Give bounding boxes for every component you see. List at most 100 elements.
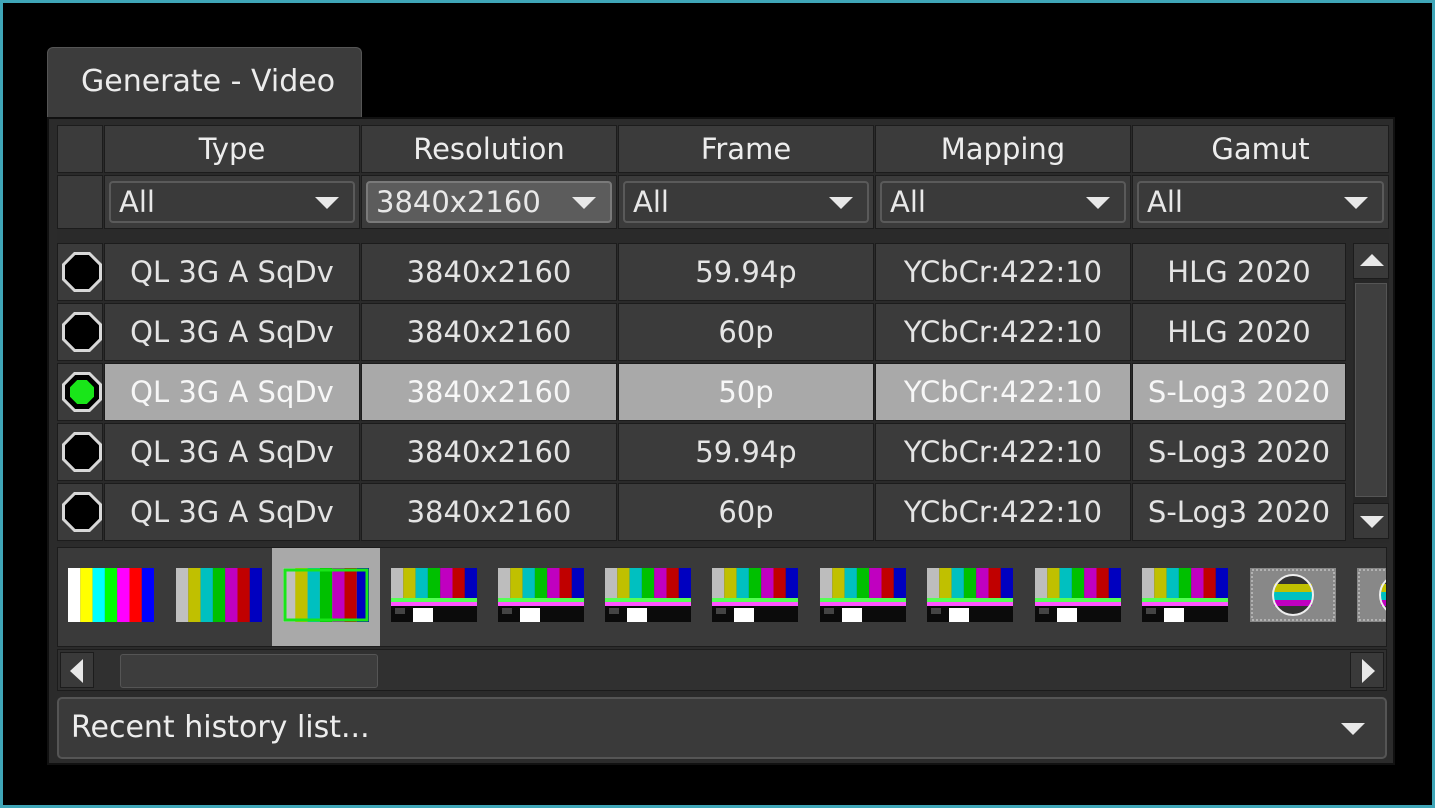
arrow-right-icon bbox=[1362, 659, 1375, 683]
cell-resolution: 3840x2160 bbox=[361, 243, 617, 301]
chevron-down-icon bbox=[1344, 197, 1368, 209]
filter-cell-gamut: All bbox=[1132, 175, 1389, 229]
app-window: Generate - Video Type Resolution Frame M… bbox=[0, 0, 1435, 808]
chevron-down-icon bbox=[315, 197, 339, 209]
arrow-down-icon bbox=[1360, 516, 1384, 528]
filter-gamut-dropdown[interactable]: All bbox=[1137, 181, 1384, 223]
filter-cell-frame: All bbox=[618, 175, 874, 229]
cell-frame: 60p bbox=[618, 483, 874, 541]
column-header-mapping[interactable]: Mapping bbox=[875, 125, 1131, 173]
pluge-bars-icon[interactable] bbox=[1142, 568, 1228, 622]
column-header-type[interactable]: Type bbox=[104, 125, 360, 173]
full-bars-icon[interactable] bbox=[68, 568, 154, 622]
radio-inner bbox=[65, 315, 99, 349]
table-row-selected[interactable]: QL 3G A SqDv 3840x2160 50p YCbCr:422:10 … bbox=[57, 363, 1347, 421]
bars-outlined-icon[interactable] bbox=[283, 568, 369, 622]
table-row[interactable]: QL 3G A SqDv 3840x2160 60p YCbCr:422:10 … bbox=[57, 483, 1347, 541]
generate-panel: Type Resolution Frame Mapping Gamut All … bbox=[47, 117, 1395, 765]
test-card-icon[interactable] bbox=[1356, 567, 1387, 623]
cell-resolution: 3840x2160 bbox=[361, 483, 617, 541]
cell-type: QL 3G A SqDv bbox=[104, 243, 360, 301]
horizontal-scroll-thumb[interactable] bbox=[120, 654, 378, 688]
row-radio-cell bbox=[57, 363, 103, 421]
pluge-bars-icon[interactable] bbox=[1035, 568, 1121, 622]
cell-resolution: 3840x2160 bbox=[361, 303, 617, 361]
filter-cell-mapping: All bbox=[875, 175, 1131, 229]
table-row[interactable]: QL 3G A SqDv 3840x2160 59.94p YCbCr:422:… bbox=[57, 243, 1347, 301]
filter-frame-value: All bbox=[633, 185, 669, 219]
vertical-scroll-thumb[interactable] bbox=[1355, 283, 1387, 497]
radio-selected-indicator bbox=[70, 380, 94, 404]
filter-resolution-dropdown[interactable]: 3840x2160 bbox=[366, 181, 612, 223]
chevron-down-icon bbox=[1086, 197, 1110, 209]
row-radio-cell bbox=[57, 243, 103, 301]
column-header-resolution[interactable]: Resolution bbox=[361, 125, 617, 173]
arrow-left-icon bbox=[70, 659, 83, 683]
filter-frame-dropdown[interactable]: All bbox=[623, 181, 869, 223]
filter-gamut-value: All bbox=[1147, 185, 1183, 219]
pluge-bars-icon[interactable] bbox=[820, 568, 906, 622]
cell-gamut: S-Log3 2020 bbox=[1132, 363, 1346, 421]
cell-resolution: 3840x2160 bbox=[361, 363, 617, 421]
radio-inner bbox=[65, 255, 99, 289]
scroll-right-button[interactable] bbox=[1350, 652, 1384, 688]
cell-type: QL 3G A SqDv bbox=[104, 483, 360, 541]
cell-mapping: YCbCr:422:10 bbox=[875, 423, 1131, 481]
header-corner bbox=[57, 125, 103, 173]
filter-resolution-value: 3840x2160 bbox=[376, 185, 541, 219]
row-radio-cell bbox=[57, 303, 103, 361]
cell-mapping: YCbCr:422:10 bbox=[875, 483, 1131, 541]
vertical-scrollbar[interactable] bbox=[1353, 243, 1389, 539]
table-row[interactable]: QL 3G A SqDv 3840x2160 60p YCbCr:422:10 … bbox=[57, 303, 1347, 361]
smpte-bars-icon[interactable] bbox=[176, 568, 262, 622]
table-row[interactable]: QL 3G A SqDv 3840x2160 59.94p YCbCr:422:… bbox=[57, 423, 1347, 481]
recent-history-label: Recent history list... bbox=[71, 710, 370, 745]
filter-cell-resolution: 3840x2160 bbox=[361, 175, 617, 229]
pluge-bars-icon[interactable] bbox=[712, 568, 798, 622]
pattern-thumbnails[interactable] bbox=[58, 548, 1387, 647]
tab-generate-video[interactable]: Generate - Video bbox=[47, 47, 362, 119]
scroll-left-button[interactable] bbox=[60, 652, 94, 688]
pattern-thumbnail-strip bbox=[57, 547, 1387, 647]
scroll-up-button[interactable] bbox=[1353, 243, 1389, 279]
cell-mapping: YCbCr:422:10 bbox=[875, 243, 1131, 301]
format-table: Type Resolution Frame Mapping Gamut All … bbox=[57, 125, 1389, 543]
cell-frame: 50p bbox=[618, 363, 874, 421]
cell-mapping: YCbCr:422:10 bbox=[875, 303, 1131, 361]
chevron-down-icon bbox=[1341, 723, 1365, 735]
cell-type: QL 3G A SqDv bbox=[104, 363, 360, 421]
cell-resolution: 3840x2160 bbox=[361, 423, 617, 481]
cell-gamut: S-Log3 2020 bbox=[1132, 483, 1346, 541]
pluge-bars-icon[interactable] bbox=[605, 568, 691, 622]
recent-history-dropdown[interactable]: Recent history list... bbox=[57, 697, 1387, 759]
cell-frame: 60p bbox=[618, 303, 874, 361]
cell-gamut: HLG 2020 bbox=[1132, 303, 1346, 361]
filter-type-dropdown[interactable]: All bbox=[109, 181, 355, 223]
filter-type-value: All bbox=[119, 185, 155, 219]
cell-gamut: HLG 2020 bbox=[1132, 243, 1346, 301]
chevron-down-icon bbox=[572, 197, 596, 209]
horizontal-scrollbar[interactable] bbox=[57, 649, 1387, 691]
radio-inner bbox=[65, 435, 99, 469]
cell-frame: 59.94p bbox=[618, 423, 874, 481]
row-radio-cell bbox=[57, 423, 103, 481]
chevron-down-icon bbox=[829, 197, 853, 209]
test-card-icon[interactable] bbox=[1249, 567, 1337, 623]
scroll-down-button[interactable] bbox=[1353, 503, 1389, 539]
cell-mapping: YCbCr:422:10 bbox=[875, 363, 1131, 421]
filter-mapping-dropdown[interactable]: All bbox=[880, 181, 1126, 223]
cell-type: QL 3G A SqDv bbox=[104, 423, 360, 481]
pluge-bars-icon[interactable] bbox=[498, 568, 584, 622]
pluge-bars-icon[interactable] bbox=[927, 568, 1013, 622]
pluge-bars-icon[interactable] bbox=[391, 568, 477, 622]
filter-corner bbox=[57, 175, 103, 229]
cell-frame: 59.94p bbox=[618, 243, 874, 301]
cell-type: QL 3G A SqDv bbox=[104, 303, 360, 361]
filter-mapping-value: All bbox=[890, 185, 926, 219]
cell-gamut: S-Log3 2020 bbox=[1132, 423, 1346, 481]
column-header-frame[interactable]: Frame bbox=[618, 125, 874, 173]
arrow-up-icon bbox=[1360, 254, 1384, 266]
row-radio-cell bbox=[57, 483, 103, 541]
filter-cell-type: All bbox=[104, 175, 360, 229]
column-header-gamut[interactable]: Gamut bbox=[1132, 125, 1389, 173]
